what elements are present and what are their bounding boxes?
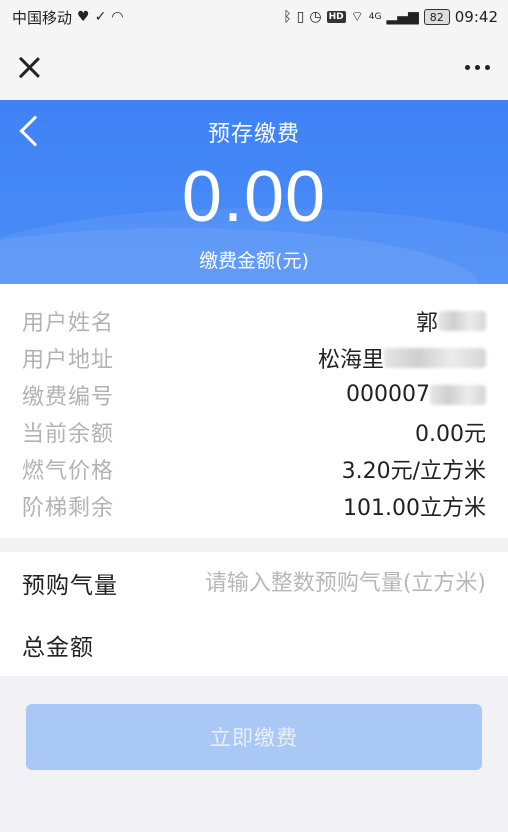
webview-title-bar xyxy=(0,34,508,100)
info-label: 当前余额 xyxy=(22,421,115,447)
redacted-blur xyxy=(438,310,486,331)
tier-remaining-value: 101.00立方米 xyxy=(343,495,486,521)
network-type: 4G xyxy=(368,11,382,22)
status-right: ᛒ ▯ ◷ HD ⌔ 4G ▂▄▆ 82 09:42 xyxy=(283,8,498,26)
total-row: 总金额 xyxy=(0,614,508,676)
page-title: 预存缴费 xyxy=(207,122,300,147)
check-circle-icon: ✓ xyxy=(94,9,107,25)
headset-icon: ◠ xyxy=(111,9,124,25)
carrier-name: 中国移动 xyxy=(12,8,73,27)
more-options-icon[interactable] xyxy=(465,57,490,78)
current-balance-value: 0.00元 xyxy=(415,421,486,447)
quantity-label: 预购气量 xyxy=(22,573,118,599)
info-label: 用户地址 xyxy=(22,347,115,373)
info-row-current-balance: 当前余额 0.00元 xyxy=(0,413,508,450)
quantity-input[interactable] xyxy=(152,570,486,596)
pay-now-button[interactable]: 立即缴费 xyxy=(26,704,482,770)
quantity-row: 预购气量 xyxy=(0,552,508,614)
info-label: 阶梯剩余 xyxy=(22,495,115,521)
info-value: 郭 xyxy=(416,305,486,337)
redacted-blur xyxy=(430,384,486,405)
vibrate-icon: ▯ xyxy=(296,9,305,25)
payment-amount: 0.00 xyxy=(181,157,327,237)
info-label: 缴费编号 xyxy=(22,384,115,410)
info-value: 000007 xyxy=(346,382,486,407)
battery-icon: 82 xyxy=(423,9,450,25)
user-address-value: 松海里 xyxy=(317,347,384,373)
clock: 09:42 xyxy=(454,8,498,26)
heart-rate-icon: ♥ xyxy=(77,9,90,25)
payment-header: 预存缴费 0.00 缴费金额(元) xyxy=(0,100,508,284)
more-dot xyxy=(465,64,470,70)
info-row-user-address: 用户地址 松海里 xyxy=(0,339,508,376)
more-dot xyxy=(475,64,480,70)
more-dot xyxy=(485,64,490,70)
info-row-tier-remaining: 阶梯剩余 101.00立方米 xyxy=(0,487,508,524)
payment-number-value: 000007 xyxy=(346,382,430,407)
purchase-form: 预购气量 总金额 xyxy=(0,552,508,676)
wifi-icon: ⌔ xyxy=(350,9,364,25)
payment-amount-label: 缴费金额(元) xyxy=(199,250,309,272)
status-bar: 中国移动 ♥ ✓ ◠ ᛒ ▯ ◷ HD ⌔ 4G ▂▄▆ 82 09:42 xyxy=(0,0,508,34)
info-row-user-name: 用户姓名 郭 xyxy=(0,302,508,339)
hd-icon: HD xyxy=(326,11,346,23)
info-value: 松海里 xyxy=(318,342,486,374)
info-row-gas-price: 燃气价格 3.20元/立方米 xyxy=(0,450,508,487)
total-label: 总金额 xyxy=(22,635,94,661)
info-label: 燃气价格 xyxy=(22,458,115,484)
signal-icon: ▂▄▆ xyxy=(386,9,419,25)
account-info-list: 用户姓名 郭 用户地址 松海里 缴费编号 000007 当前余额 0.00元 燃… xyxy=(0,284,508,538)
info-row-payment-number: 缴费编号 000007 xyxy=(0,376,508,413)
redacted-blur xyxy=(384,347,486,368)
user-name-value: 郭 xyxy=(415,310,438,336)
alarm-icon: ◷ xyxy=(309,9,322,25)
status-left: 中国移动 ♥ ✓ ◠ xyxy=(12,7,124,28)
info-label: 用户姓名 xyxy=(22,310,115,336)
gas-price-value: 3.20元/立方米 xyxy=(341,458,486,484)
bluetooth-icon: ᛒ xyxy=(283,9,292,25)
close-icon[interactable] xyxy=(16,54,42,80)
